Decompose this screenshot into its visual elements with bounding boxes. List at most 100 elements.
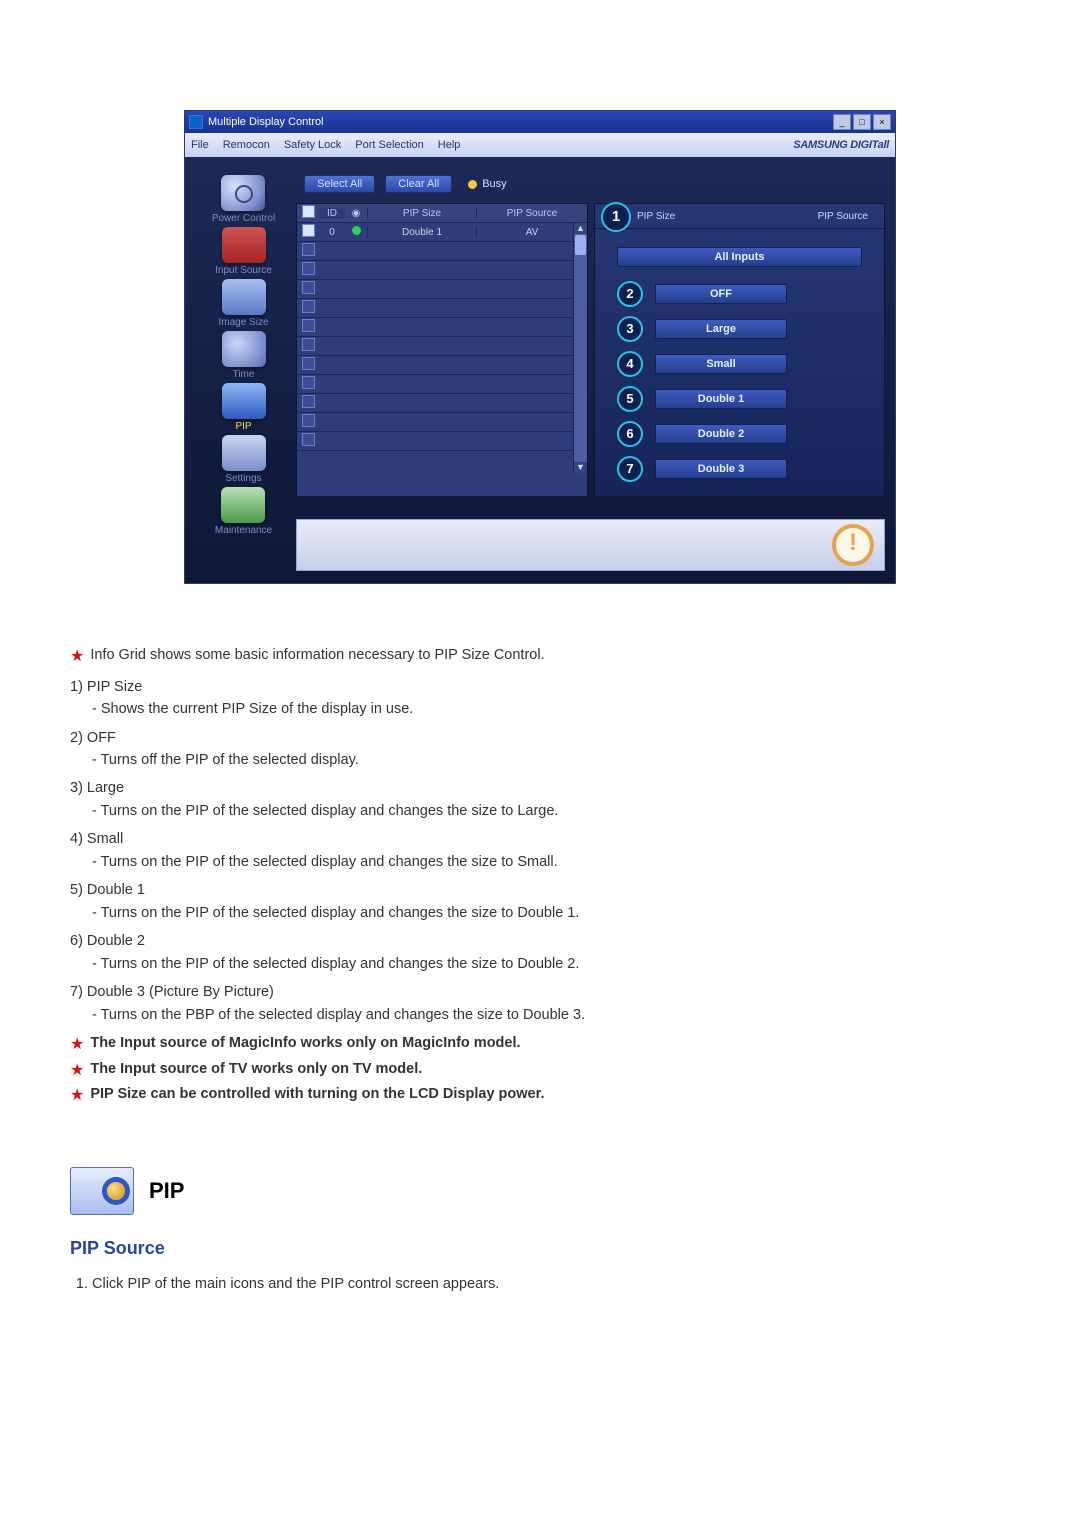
busy-indicator: Busy [468, 178, 506, 190]
doc-note-text: The Input source of TV works only on TV … [90, 1058, 422, 1084]
pip-panel: 1 PIP Size PIP Source All Inputs 2OFF3La… [594, 203, 885, 497]
doc-item-desc: - Turns on the PIP of the selected displ… [92, 902, 1010, 924]
pip-size-button[interactable]: Small [655, 354, 787, 374]
grid-scrollbar[interactable]: ▲ ▼ [573, 223, 587, 473]
sidebar-item-input[interactable]: Input Source [215, 227, 272, 276]
row-checkbox[interactable] [302, 395, 315, 408]
table-row[interactable] [297, 280, 587, 299]
row-checkbox[interactable] [302, 281, 315, 294]
sidebar-item-time[interactable]: Time [222, 331, 266, 380]
maintenance-icon [221, 487, 265, 523]
col-pip-size: PIP Size [367, 208, 476, 219]
toolbar: Select All Clear All Busy [296, 175, 885, 203]
menu-file[interactable]: File [191, 139, 209, 151]
table-row[interactable]: 0Double 1AV [297, 223, 587, 242]
image-size-icon [222, 279, 266, 315]
callout-badge: 3 [617, 316, 643, 342]
sidebar-label: Power Control [212, 213, 275, 224]
sidebar-item-maintenance[interactable]: Maintenance [215, 487, 272, 536]
callout-badge: 4 [617, 351, 643, 377]
row-checkbox[interactable] [302, 262, 315, 275]
doc-item-title: 3) Large [70, 777, 1010, 799]
row-checkbox[interactable] [302, 243, 315, 256]
select-all-button[interactable]: Select All [304, 175, 375, 193]
doc-item: 6) Double 2- Turns on the PIP of the sel… [70, 930, 1010, 975]
star-bullet-icon: ★ [70, 1032, 84, 1058]
cell-pip-size: Double 1 [367, 227, 476, 238]
pip-option: 4 Small [617, 351, 862, 377]
pip-size-button[interactable]: Double 3 [655, 459, 787, 479]
sidebar-item-pip[interactable]: PIP [222, 383, 266, 432]
busy-label: Busy [482, 178, 506, 190]
pip-option: 3 Large [617, 316, 862, 342]
sidebar-item-image-size[interactable]: Image Size [218, 279, 268, 328]
pip-size-button[interactable]: Double 1 [655, 389, 787, 409]
doc-item-title: 7) Double 3 (Picture By Picture) [70, 981, 1010, 1003]
callout-badge: 2 [617, 281, 643, 307]
table-row[interactable] [297, 318, 587, 337]
doc-item-desc: - Turns on the PIP of the selected displ… [92, 851, 1010, 873]
header-checkbox[interactable] [302, 205, 315, 218]
time-icon [222, 331, 266, 367]
table-row[interactable] [297, 375, 587, 394]
table-row[interactable] [297, 394, 587, 413]
pip-icon [222, 383, 266, 419]
doc-item: 4) Small- Turns on the PIP of the select… [70, 828, 1010, 873]
menu-help[interactable]: Help [438, 139, 461, 151]
doc-item-title: 4) Small [70, 828, 1010, 850]
row-checkbox[interactable] [302, 300, 315, 313]
sidebar: Power Control Input Source Image Size Ti… [191, 175, 296, 571]
clear-all-button[interactable]: Clear All [385, 175, 452, 193]
callout-badge-1: 1 [601, 202, 631, 232]
row-checkbox[interactable] [302, 376, 315, 389]
table-row[interactable] [297, 356, 587, 375]
star-bullet-icon: ★ [70, 1083, 84, 1109]
scroll-down-icon[interactable]: ▼ [574, 462, 587, 473]
sidebar-item-settings[interactable]: Settings [222, 435, 266, 484]
doc-item: 2) OFF- Turns off the PIP of the selecte… [70, 727, 1010, 772]
table-row[interactable] [297, 413, 587, 432]
row-checkbox[interactable] [302, 338, 315, 351]
menu-safety-lock[interactable]: Safety Lock [284, 139, 341, 151]
titlebar: Multiple Display Control _ □ × [185, 111, 895, 133]
all-inputs-button[interactable]: All Inputs [617, 247, 862, 267]
row-checkbox[interactable] [302, 433, 315, 446]
maximize-button[interactable]: □ [853, 114, 871, 130]
scroll-up-icon[interactable]: ▲ [574, 223, 587, 234]
doc-item-desc: - Turns on the PIP of the selected displ… [92, 953, 1010, 975]
sidebar-item-power[interactable]: Power Control [212, 175, 275, 224]
doc-item-desc: - Shows the current PIP Size of the disp… [92, 698, 1010, 720]
doc-item-desc: - Turns off the PIP of the selected disp… [92, 749, 1010, 771]
pip-size-button[interactable]: OFF [655, 284, 787, 304]
app-icon [189, 115, 203, 129]
panel-head-size: PIP Size [637, 211, 675, 222]
busy-dot-icon [468, 180, 477, 189]
pip-size-button[interactable]: Double 2 [655, 424, 787, 444]
table-row[interactable] [297, 242, 587, 261]
pip-option: 2 OFF [617, 281, 862, 307]
row-checkbox[interactable] [302, 224, 315, 237]
doc-item: 3) Large- Turns on the PIP of the select… [70, 777, 1010, 822]
doc-item-title: 5) Double 1 [70, 879, 1010, 901]
input-source-icon [222, 227, 266, 263]
pip-size-button[interactable]: Large [655, 319, 787, 339]
section-title: PIP [149, 1174, 184, 1208]
table-row[interactable] [297, 337, 587, 356]
table-row[interactable] [297, 261, 587, 280]
row-checkbox[interactable] [302, 357, 315, 370]
close-button[interactable]: × [873, 114, 891, 130]
row-checkbox[interactable] [302, 414, 315, 427]
doc-item-desc: - Turns on the PBP of the selected displ… [92, 1004, 1010, 1026]
col-id: ID [319, 208, 345, 219]
window-title: Multiple Display Control [208, 116, 324, 128]
menu-port-selection[interactable]: Port Selection [355, 139, 423, 151]
star-bullet-icon: ★ [70, 644, 84, 670]
table-row[interactable] [297, 299, 587, 318]
table-row[interactable] [297, 432, 587, 451]
minimize-button[interactable]: _ [833, 114, 851, 130]
doc-item-title: 2) OFF [70, 727, 1010, 749]
row-checkbox[interactable] [302, 319, 315, 332]
menu-remocon[interactable]: Remocon [223, 139, 270, 151]
doc-item: 1) PIP Size- Shows the current PIP Size … [70, 676, 1010, 721]
scroll-thumb[interactable] [575, 235, 586, 255]
